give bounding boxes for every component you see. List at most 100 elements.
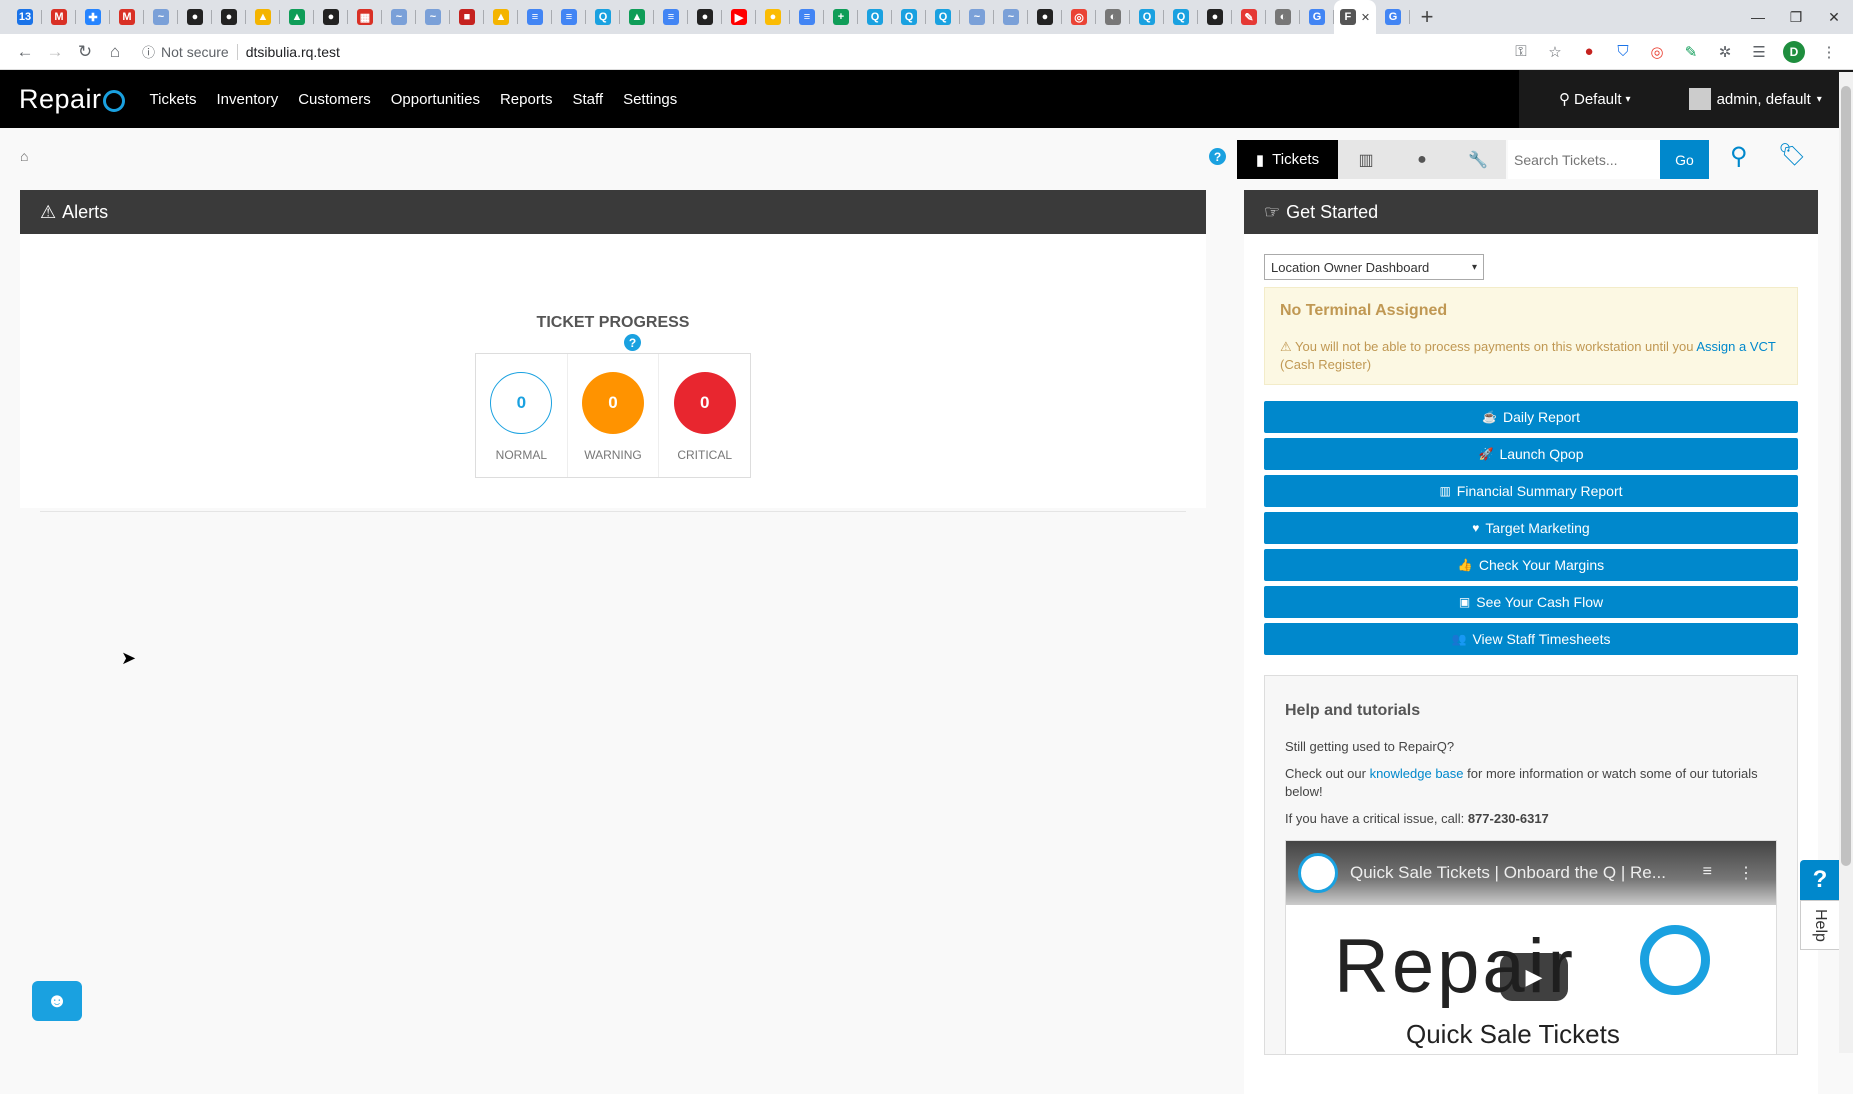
location-dropdown[interactable]: ⚲ Default ▾: [1559, 90, 1631, 109]
tab-tickets[interactable]: ▮ Tickets: [1237, 140, 1338, 179]
browser-tab[interactable]: ▲: [484, 0, 518, 34]
browser-tab[interactable]: ◐: [1096, 0, 1130, 34]
check-your-margins-button[interactable]: 👍 Check Your Margins: [1264, 549, 1798, 581]
search-icon[interactable]: ⚲: [1730, 142, 1748, 171]
browser-tab[interactable]: ▲: [246, 0, 280, 34]
scrollbar-thumb[interactable]: [1841, 86, 1851, 866]
tutorial-video[interactable]: Quick Sale Tickets | Onboard the Q | Re.…: [1285, 840, 1777, 1054]
nav-tickets[interactable]: Tickets: [150, 91, 197, 108]
financial-summary-report-button[interactable]: ▥ Financial Summary Report: [1264, 475, 1798, 507]
forward-icon[interactable]: →: [40, 37, 70, 67]
url-text[interactable]: dtsibulia.rq.test: [246, 44, 340, 60]
playlist-icon[interactable]: ≡: [1703, 863, 1712, 883]
nav-opportunities[interactable]: Opportunities: [391, 91, 480, 108]
help-question-icon[interactable]: ?: [1800, 860, 1840, 900]
nav-inventory[interactable]: Inventory: [217, 91, 279, 108]
browser-tab[interactable]: ~: [382, 0, 416, 34]
browser-tab[interactable]: ●: [178, 0, 212, 34]
browser-tab[interactable]: Q: [1130, 0, 1164, 34]
daily-report-button[interactable]: ☕ Daily Report: [1264, 401, 1798, 433]
browser-tab[interactable]: ●: [688, 0, 722, 34]
browser-tab[interactable]: ✚: [76, 0, 110, 34]
browser-tab[interactable]: ▶: [722, 0, 756, 34]
browser-tab[interactable]: ▲: [620, 0, 654, 34]
browser-tab[interactable]: G: [1376, 0, 1410, 34]
help-widget[interactable]: ? Help: [1800, 860, 1840, 950]
home-icon[interactable]: ⌂: [100, 37, 130, 67]
new-tab-button[interactable]: +: [1410, 0, 1444, 34]
browser-tab[interactable]: Q: [892, 0, 926, 34]
progress-warning[interactable]: 0 WARNING: [568, 354, 660, 477]
go-button[interactable]: Go: [1660, 140, 1709, 179]
browser-tab[interactable]: ■: [450, 0, 484, 34]
chat-widget-icon[interactable]: ☻: [32, 981, 82, 1021]
browser-tab[interactable]: M: [110, 0, 144, 34]
toolbar-help-icon[interactable]: ?: [1209, 148, 1226, 165]
browser-tab[interactable]: ●: [1028, 0, 1062, 34]
view-staff-timesheets-button[interactable]: 👥 View Staff Timesheets: [1264, 623, 1798, 655]
repairq-logo[interactable]: Repair: [19, 84, 125, 115]
dashboard-select[interactable]: Location Owner Dashboard ▾: [1264, 254, 1484, 280]
browser-tab[interactable]: +: [824, 0, 858, 34]
assign-vct-link[interactable]: Assign a VCT: [1696, 339, 1775, 354]
nav-staff[interactable]: Staff: [572, 91, 603, 108]
extension-shield-icon[interactable]: ⛉: [1613, 43, 1633, 60]
minimize-icon[interactable]: —: [1739, 0, 1777, 34]
browser-tab[interactable]: Q: [858, 0, 892, 34]
browser-tab[interactable]: ●: [756, 0, 790, 34]
tab-inventory-barcode[interactable]: ▥: [1338, 140, 1394, 179]
breadcrumb-home-icon[interactable]: ⌂: [20, 148, 28, 164]
browser-tab[interactable]: ●: [314, 0, 348, 34]
reload-icon[interactable]: ↻: [70, 37, 100, 67]
star-icon[interactable]: ☆: [1545, 43, 1565, 61]
progress-critical[interactable]: 0 CRITICAL: [659, 354, 750, 477]
extension-target-icon[interactable]: ◎: [1647, 43, 1667, 61]
browser-tab[interactable]: ▦: [348, 0, 382, 34]
browser-tab[interactable]: Q: [926, 0, 960, 34]
video-title[interactable]: Quick Sale Tickets | Onboard the Q | Re.…: [1350, 863, 1666, 883]
browser-tab[interactable]: ≡: [654, 0, 688, 34]
browser-tab[interactable]: ◎: [1062, 0, 1096, 34]
ticket-progress-help-icon[interactable]: ?: [624, 334, 641, 351]
more-options-icon[interactable]: ⋮: [1738, 863, 1754, 883]
browser-tab[interactable]: F ✕: [1334, 0, 1376, 34]
address-bar[interactable]: ⓘ Not secure dtsibulia.rq.test: [142, 38, 1511, 66]
browser-tab[interactable]: Q: [1164, 0, 1198, 34]
see-your-cash-flow-button[interactable]: ▣ See Your Cash Flow: [1264, 586, 1798, 618]
nav-settings[interactable]: Settings: [623, 91, 677, 108]
extension-pen-icon[interactable]: ✎: [1681, 43, 1701, 61]
profile-avatar[interactable]: D: [1783, 40, 1805, 63]
browser-tab[interactable]: ▲: [280, 0, 314, 34]
browser-tab[interactable]: ◐: [1266, 0, 1300, 34]
maximize-icon[interactable]: ❐: [1777, 0, 1815, 34]
back-icon[interactable]: ←: [10, 37, 40, 67]
nav-customers[interactable]: Customers: [298, 91, 371, 108]
help-widget-label[interactable]: Help: [1800, 900, 1840, 950]
browser-tab[interactable]: ~: [960, 0, 994, 34]
browser-menu-icon[interactable]: ⋮: [1819, 43, 1839, 61]
browser-tab[interactable]: ≡: [518, 0, 552, 34]
browser-tab[interactable]: Q: [586, 0, 620, 34]
play-icon[interactable]: ▶: [1500, 953, 1568, 1001]
key-icon[interactable]: ⚿: [1511, 43, 1531, 60]
extension-mic-icon[interactable]: ●: [1579, 43, 1599, 60]
target-marketing-button[interactable]: ♥ Target Marketing: [1264, 512, 1798, 544]
browser-tab[interactable]: 13: [8, 0, 42, 34]
tab-customers[interactable]: ●: [1394, 140, 1450, 179]
launch-qpop-button[interactable]: 🚀 Launch Qpop: [1264, 438, 1798, 470]
info-icon[interactable]: ⓘ: [142, 42, 155, 61]
browser-tab[interactable]: ~: [144, 0, 178, 34]
nav-reports[interactable]: Reports: [500, 91, 553, 108]
knowledge-base-link[interactable]: knowledge base: [1370, 766, 1464, 781]
channel-logo[interactable]: [1298, 853, 1338, 893]
browser-tab[interactable]: ●: [1198, 0, 1232, 34]
close-tab-icon[interactable]: ✕: [1361, 11, 1370, 24]
progress-normal[interactable]: 0 NORMAL: [476, 354, 568, 477]
puzzle-icon[interactable]: ✲: [1715, 43, 1735, 61]
reading-list-icon[interactable]: ☰: [1749, 43, 1769, 61]
browser-tab[interactable]: ~: [994, 0, 1028, 34]
user-dropdown[interactable]: admin, default ▾: [1688, 88, 1822, 110]
browser-tab[interactable]: ≡: [552, 0, 586, 34]
search-tickets-input[interactable]: [1508, 140, 1660, 179]
tab-repairs[interactable]: 🔧: [1450, 140, 1506, 179]
